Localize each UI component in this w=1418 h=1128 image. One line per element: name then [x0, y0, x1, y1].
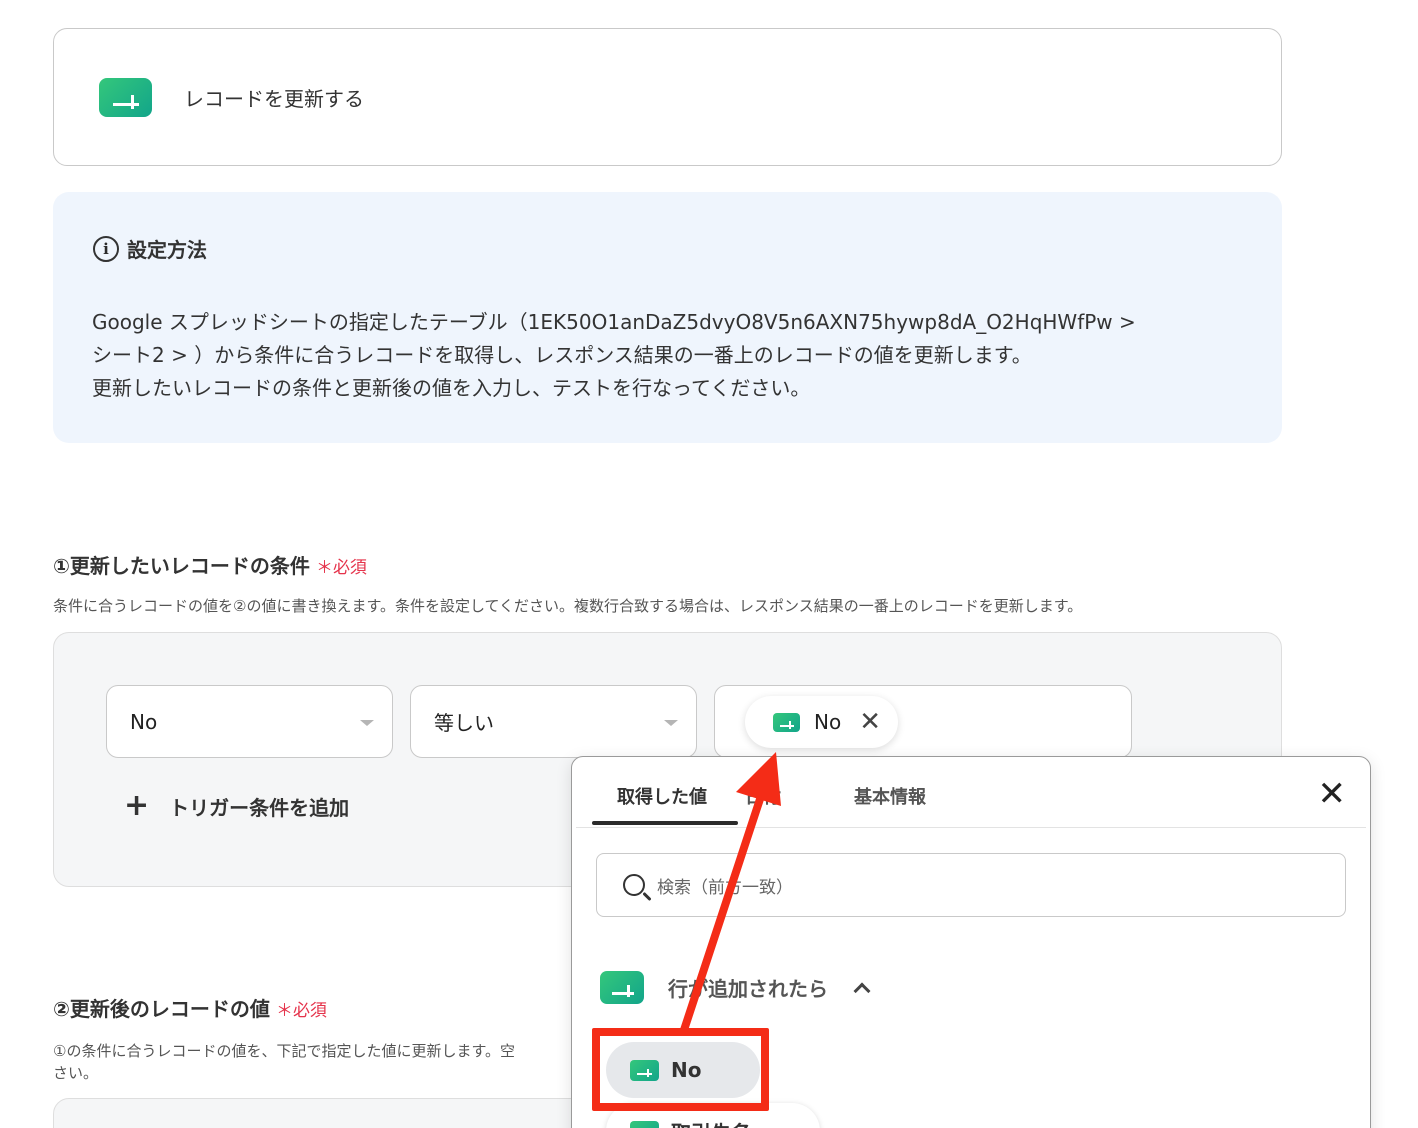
required-asterisk: ＊	[275, 1001, 293, 1021]
field-select[interactable]: No	[106, 685, 393, 758]
operator-select[interactable]: 等しい	[410, 685, 697, 758]
info-title: 設定方法	[127, 238, 207, 262]
google-sheets-icon	[99, 78, 152, 117]
popup-tabs: 取得した値 日付 基本情報	[576, 757, 1366, 828]
required-mark: ＊必須	[316, 553, 367, 578]
close-icon[interactable]: ✕	[859, 707, 881, 737]
info-line: Google スプレッドシートの指定したテーブル（1EK50O1anDaZ5dv…	[92, 310, 1136, 334]
google-sheets-icon	[630, 1120, 659, 1128]
action-card[interactable]: レコードを更新する	[53, 28, 1282, 166]
add-trigger-button[interactable]: + トリガー条件を追加	[124, 791, 349, 821]
value-input[interactable]: No ✕	[714, 685, 1132, 758]
trigger-group-header[interactable]: 行が追加されたら	[600, 971, 871, 1004]
tab-acquired-values[interactable]: 取得した値	[617, 783, 707, 809]
required-mark: ＊必須	[276, 996, 327, 1021]
add-trigger-label: トリガー条件を追加	[169, 795, 350, 820]
info-header: i 設定方法	[93, 234, 207, 263]
caret-down-icon	[664, 720, 678, 726]
section1-title-text: ①更新したいレコードの条件	[53, 554, 310, 578]
close-icon[interactable]: ✕	[1318, 777, 1347, 811]
required-label: 必須	[332, 558, 367, 578]
info-line: シート2 > ）から条件に合うレコードを取得し、レスポンス結果の一番上のレコード…	[92, 343, 1032, 367]
section2-description-line: ①の条件に合うレコードの値を、下記で指定した値に更新します。空	[53, 1042, 515, 1060]
search-placeholder: 検索（前方一致）	[657, 877, 793, 898]
tab-basic-info[interactable]: 基本情報	[854, 783, 926, 809]
group-title: 行が追加されたら	[668, 977, 828, 1001]
chevron-up-icon[interactable]	[853, 982, 871, 999]
info-line: 更新したいレコードの条件と更新後の値を入力し、テストを行なってください。	[92, 376, 811, 400]
list-item-label: 取引先名	[671, 1117, 751, 1128]
search-icon	[623, 874, 645, 896]
active-tab-indicator	[592, 821, 738, 825]
info-box: i 設定方法 Google スプレッドシートの指定したテーブル（1EK50O1a…	[53, 192, 1282, 443]
info-text: Google スプレッドシートの指定したテーブル（1EK50O1anDaZ5dv…	[92, 306, 1242, 405]
caret-down-icon	[360, 720, 374, 726]
info-icon: i	[93, 235, 119, 262]
section2-description-line: さい。	[53, 1064, 99, 1082]
search-input[interactable]: 検索（前方一致）	[596, 853, 1346, 917]
operator-select-value: 等しい	[434, 711, 494, 735]
field-select-value: No	[130, 709, 158, 734]
action-title: レコードを更新する	[184, 87, 364, 111]
google-sheets-icon	[600, 971, 644, 1004]
highlight-box	[592, 1028, 769, 1111]
section1-description: 条件に合うレコードの値を②の値に書き換えます。条件を設定してください。複数行合致…	[53, 597, 1083, 615]
value-chip-label: No	[814, 710, 842, 734]
required-asterisk: ＊	[315, 558, 333, 578]
google-sheets-icon	[773, 712, 800, 732]
section2-title: ②更新後のレコードの値 ＊必須	[53, 993, 327, 1022]
section2-description: ①の条件に合うレコードの値を、下記で指定した値に更新します。空 さい。	[53, 1040, 515, 1084]
plus-icon: +	[124, 788, 150, 823]
value-chip[interactable]: No ✕	[745, 696, 898, 748]
section2-title-text: ②更新後のレコードの値	[53, 997, 270, 1021]
required-label: 必須	[292, 1001, 327, 1021]
section1-title: ①更新したいレコードの条件 ＊必須	[53, 550, 367, 579]
tab-date[interactable]: 日付	[745, 783, 781, 809]
